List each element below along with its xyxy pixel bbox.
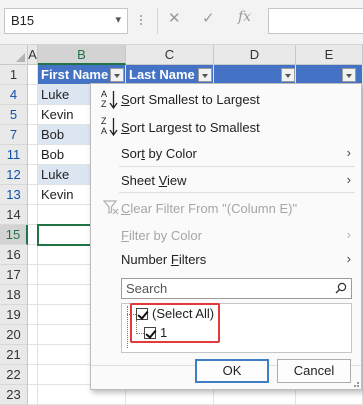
row-header-7[interactable]: 7	[0, 125, 28, 145]
sort-desc-label: ort Largest to Smallest	[129, 120, 260, 135]
cell-a22[interactable]	[28, 365, 38, 385]
name-box-value: B15	[11, 13, 35, 28]
filter-button-column-e[interactable]	[342, 68, 356, 82]
row-header-13[interactable]: 13	[0, 185, 28, 205]
confirm-entry-icon[interactable]: ✓	[202, 9, 215, 27]
sort-desc-accelerator: S	[121, 120, 130, 135]
cell-a4[interactable]	[28, 85, 38, 105]
filter-button-first-name[interactable]	[110, 68, 124, 82]
sort-color-label: by Color	[144, 146, 197, 161]
sort-a-z-icon: AZ	[101, 90, 119, 110]
column-header-a[interactable]: A	[28, 45, 38, 65]
row-header-15[interactable]: 15	[0, 225, 28, 245]
cell-a7[interactable]	[28, 125, 38, 145]
cell-a16[interactable]	[28, 245, 38, 265]
menu-separator	[119, 166, 355, 167]
cancel-button[interactable]: Cancel	[277, 359, 351, 383]
row-header-18[interactable]: 18	[0, 285, 28, 305]
clear-filter-label: lear Filter From "(Column E)"	[130, 201, 298, 216]
menu-separator	[119, 192, 355, 193]
cell-a19[interactable]	[28, 305, 38, 325]
row-header-12[interactable]: 12	[0, 165, 28, 185]
row-header-14[interactable]: 14	[0, 205, 28, 225]
highlight-box	[130, 303, 220, 343]
row-header-1[interactable]: 1	[0, 65, 28, 85]
menu-item-filter-by-color[interactable]: Filter by Color	[121, 228, 202, 243]
row-header-22[interactable]: 22	[0, 365, 28, 385]
column-header-e[interactable]: E	[296, 45, 363, 65]
column-header-d[interactable]: D	[214, 45, 296, 65]
menu-item-sheet-view[interactable]: Sheet View	[121, 173, 187, 188]
cell-a18[interactable]	[28, 285, 38, 305]
clear-filter-accelerator: C	[121, 201, 131, 216]
number-filters-pre: Number	[121, 252, 171, 267]
row-header-5[interactable]: 5	[0, 105, 28, 125]
row-header-20[interactable]: 20	[0, 325, 28, 345]
cell-a20[interactable]	[28, 325, 38, 345]
row-header-4[interactable]: 4	[0, 85, 28, 105]
filter-applied-button-column-d[interactable]	[281, 68, 295, 82]
resize-grip-icon[interactable]	[140, 14, 144, 28]
sheet-view-accelerator: V	[158, 173, 168, 188]
number-filters-label: ilters	[178, 252, 207, 267]
chevron-right-icon: ›	[346, 251, 351, 266]
cell-a1[interactable]	[28, 65, 38, 85]
row-header-19[interactable]: 19	[0, 305, 28, 325]
menu-item-number-filters[interactable]: Number Filters	[121, 252, 206, 267]
insert-function-icon[interactable]: fx	[238, 9, 251, 25]
sort-z-a-icon: ZA	[101, 117, 119, 137]
sort-color-pre: Sor	[121, 146, 142, 161]
formula-bar-area: B15 ▾ ✕ ✓ fx	[0, 0, 363, 45]
filter-values-list[interactable]: (Select All) 1	[121, 303, 352, 353]
column-header-c[interactable]: C	[126, 45, 214, 65]
menu-item-sort-descending[interactable]: Sort Largest to Smallest	[121, 120, 260, 135]
name-box[interactable]: B15 ▾	[4, 8, 128, 34]
filter-color-label: ilter by Color	[128, 228, 202, 243]
row-header-17[interactable]: 17	[0, 265, 28, 285]
sheet-view-label: iew	[167, 173, 187, 188]
select-all-corner[interactable]	[0, 45, 28, 65]
sort-asc-accelerator: S	[121, 92, 130, 107]
row-header-16[interactable]: 16	[0, 245, 28, 265]
cell-a17[interactable]	[28, 265, 38, 285]
autofilter-menu: AZ Sort Smallest to Largest ZA Sort Larg…	[90, 83, 362, 390]
search-icon	[335, 282, 347, 294]
search-input[interactable]: Search	[121, 278, 352, 299]
cell-a21[interactable]	[28, 345, 38, 365]
cancel-entry-icon[interactable]: ✕	[168, 9, 181, 27]
cell-a11[interactable]	[28, 145, 38, 165]
sheet-view-pre: Sheet	[121, 173, 159, 188]
menu-item-clear-filter[interactable]: Clear Filter From "(Column E)"	[121, 201, 297, 216]
filter-color-accelerator: F	[121, 228, 129, 243]
row-header-23[interactable]: 23	[0, 385, 28, 405]
cell-a13[interactable]	[28, 185, 38, 205]
sort-asc-label: ort Smallest to Largest	[129, 92, 260, 107]
divider	[157, 8, 158, 34]
ok-button[interactable]: OK	[195, 359, 269, 383]
chevron-down-icon[interactable]: ▾	[115, 13, 121, 26]
chevron-right-icon: ›	[346, 227, 351, 242]
menu-item-sort-ascending[interactable]: Sort Smallest to Largest	[121, 92, 260, 107]
tree-line	[127, 306, 128, 348]
row-header-21[interactable]: 21	[0, 345, 28, 365]
menu-item-sort-by-color[interactable]: Sort by Color	[121, 146, 197, 161]
formula-input[interactable]	[268, 8, 363, 34]
chevron-right-icon: ›	[346, 145, 351, 160]
resize-grip-icon[interactable]	[351, 379, 359, 387]
number-filters-accelerator: F	[170, 252, 179, 267]
cell-a12[interactable]	[28, 165, 38, 185]
search-placeholder: Search	[126, 281, 168, 296]
row-header-11[interactable]: 11	[0, 145, 28, 165]
cell-a14[interactable]	[28, 205, 38, 225]
cell-a5[interactable]	[28, 105, 38, 125]
column-header-b[interactable]: B	[38, 45, 126, 65]
filter-button-last-name[interactable]	[198, 68, 212, 82]
clear-filter-icon	[103, 200, 119, 215]
cell-a23[interactable]	[28, 385, 38, 405]
chevron-right-icon: ›	[346, 172, 351, 187]
